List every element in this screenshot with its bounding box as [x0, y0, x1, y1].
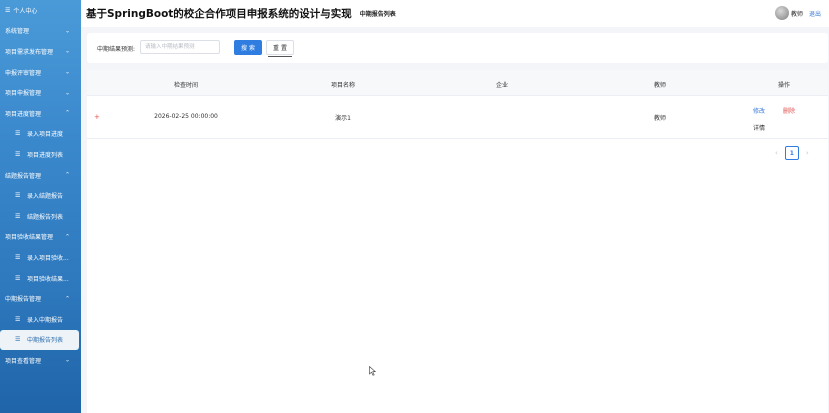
sidebar-group-project-apply[interactable]: 项目申报管理 ⌄ — [0, 82, 81, 103]
sidebar-group-progress[interactable]: 项目进度管理 ⌃ — [0, 103, 81, 124]
column-header: 项目名称 — [330, 82, 356, 89]
cell-check-time: 2026-02-25 00:00:00 — [154, 113, 218, 120]
mouse-cursor-icon — [369, 366, 377, 376]
chevron-down-icon: ⌄ — [64, 68, 70, 76]
chevron-down-icon: ⌄ — [64, 47, 70, 55]
chevron-up-icon: ⌃ — [64, 171, 70, 179]
expand-icon[interactable]: + — [94, 113, 100, 121]
menu-lines-icon: ☰ — [15, 336, 21, 344]
sidebar-item-add-acceptance[interactable]: ☰ 录入项目验收... — [0, 247, 81, 268]
sidebar-item-label: 申报评审管理 — [5, 69, 42, 77]
logout-link[interactable]: 退出 — [809, 9, 821, 18]
sidebar-group-midterm[interactable]: 中期报告管理 ⌃ — [0, 288, 81, 309]
delete-button[interactable]: 删除 — [783, 106, 795, 115]
sidebar-item-midterm-list[interactable]: ☰ 中期报告列表 — [0, 329, 79, 351]
edit-button[interactable]: 修改 — [753, 106, 765, 115]
sidebar-item-label: 结题报告管理 — [5, 172, 42, 180]
menu-lines-icon: ☰ — [15, 315, 21, 323]
sidebar-group-review[interactable]: 申报评审管理 ⌄ — [0, 62, 81, 83]
table-header: 检查时间 项目名称 企业 教师 操作 — [87, 70, 828, 96]
table-row: + 2026-02-25 00:00:00 演示1 教师 修改 删除 详情 — [87, 96, 828, 139]
search-input[interactable] — [140, 40, 220, 54]
column-header: 操作 — [777, 82, 791, 89]
menu-lines-icon: ☰ — [15, 253, 21, 261]
search-panel: 中期结果预测: 搜 索 重 置 — [87, 33, 828, 63]
chevron-down-icon: ⌄ — [64, 356, 70, 364]
sidebar-group-system[interactable]: 系统管理 ⌄ — [0, 21, 81, 42]
prev-page-button[interactable]: ‹ — [775, 149, 778, 157]
sidebar-item-label: 中期报告管理 — [5, 296, 42, 304]
sidebar-item-label: 中期报告列表 — [27, 337, 64, 345]
avatar[interactable] — [775, 6, 789, 20]
menu-lines-icon: ☰ — [15, 274, 21, 282]
app-title: 基于SpringBoot的校企合作项目申报系统的设计与实现 — [86, 8, 352, 20]
detail-button[interactable]: 详情 — [753, 123, 765, 132]
sidebar-item-personal-center[interactable]: ☰ 个人中心 — [0, 0, 81, 21]
pagination: ‹ 1 › — [775, 146, 809, 160]
menu-lines-icon: ☰ — [5, 6, 11, 14]
cell-teacher: 教师 — [653, 115, 667, 122]
sidebar-group-project-view[interactable]: 项目查看管理 ⌄ — [0, 350, 81, 371]
chevron-down-icon: ⌄ — [64, 89, 70, 97]
next-page-button[interactable]: › — [806, 149, 809, 157]
cell-project-name: 演示1 — [335, 115, 351, 122]
sidebar-group-acceptance[interactable]: 项目验收结果管理 ⌃ — [0, 227, 81, 248]
sidebar-item-final-report-list[interactable]: ☰ 结题报告列表 — [0, 206, 81, 227]
sidebar-item-label: 录入中期报告 — [27, 316, 64, 324]
sidebar-item-add-progress[interactable]: ☰ 录入项目进度 — [0, 124, 81, 145]
column-header: 教师 — [653, 82, 667, 89]
sidebar-item-label: 结题报告列表 — [27, 213, 64, 221]
chevron-up-icon: ⌃ — [64, 233, 70, 241]
sidebar-item-label: 项目验收结果管理 — [5, 234, 54, 242]
menu-lines-icon: ☰ — [15, 150, 21, 158]
sidebar-item-label: 录入结题报告 — [27, 193, 64, 201]
sidebar-item-label: 项目申报管理 — [5, 90, 42, 98]
data-table: 检查时间 项目名称 企业 教师 操作 + 2026-02-25 00:00:00… — [87, 70, 828, 413]
search-label: 中期结果预测: — [97, 46, 136, 53]
sidebar-item-label: 项目查看管理 — [5, 357, 42, 365]
reset-button[interactable]: 重 置 — [266, 40, 294, 57]
top-header: 基于SpringBoot的校企合作项目申报系统的设计与实现 中期报告列表 教师 … — [81, 0, 829, 27]
menu-lines-icon: ☰ — [15, 192, 21, 200]
sidebar-group-final-report[interactable]: 结题报告管理 ⌃ — [0, 165, 81, 186]
column-header: 企业 — [495, 82, 509, 89]
search-button[interactable]: 搜 索 — [234, 40, 262, 55]
sidebar-item-add-midterm[interactable]: ☰ 录入中期报告 — [0, 309, 81, 330]
sidebar-item-add-final-report[interactable]: ☰ 录入结题报告 — [0, 185, 81, 206]
sidebar-item-label: 项目进度管理 — [5, 110, 42, 118]
chevron-down-icon: ⌄ — [64, 27, 70, 35]
sidebar-item-acceptance-list[interactable]: ☰ 项目验收结果... — [0, 268, 81, 289]
menu-lines-icon: ☰ — [15, 212, 21, 220]
sidebar-item-label: 系统管理 — [5, 28, 30, 36]
page-number-current[interactable]: 1 — [784, 146, 799, 160]
column-header: 检查时间 — [173, 82, 199, 89]
sidebar-item-progress-list[interactable]: ☰ 项目进度列表 — [0, 144, 81, 165]
sidebar-item-label: 项目需求发布管理 — [5, 48, 54, 56]
sidebar-item-label: 录入项目进度 — [27, 131, 64, 139]
sidebar-item-label: 项目验收结果... — [27, 275, 69, 283]
chevron-up-icon: ⌃ — [64, 109, 70, 117]
sidebar-group-demand-publish[interactable]: 项目需求发布管理 ⌄ — [0, 41, 81, 62]
sidebar-item-label: 项目进度列表 — [27, 151, 64, 159]
sidebar-item-label: 录入项目验收... — [27, 254, 69, 262]
menu-lines-icon: ☰ — [15, 130, 21, 138]
breadcrumb: 中期报告列表 — [359, 11, 396, 18]
sidebar: ☰ 个人中心 系统管理 ⌄ 项目需求发布管理 ⌄ 申报评审管理 ⌄ 项目申报管理… — [0, 0, 81, 413]
sidebar-item-label: 个人中心 — [13, 7, 38, 15]
user-name: 教师 — [790, 11, 803, 18]
chevron-up-icon: ⌃ — [64, 295, 70, 303]
